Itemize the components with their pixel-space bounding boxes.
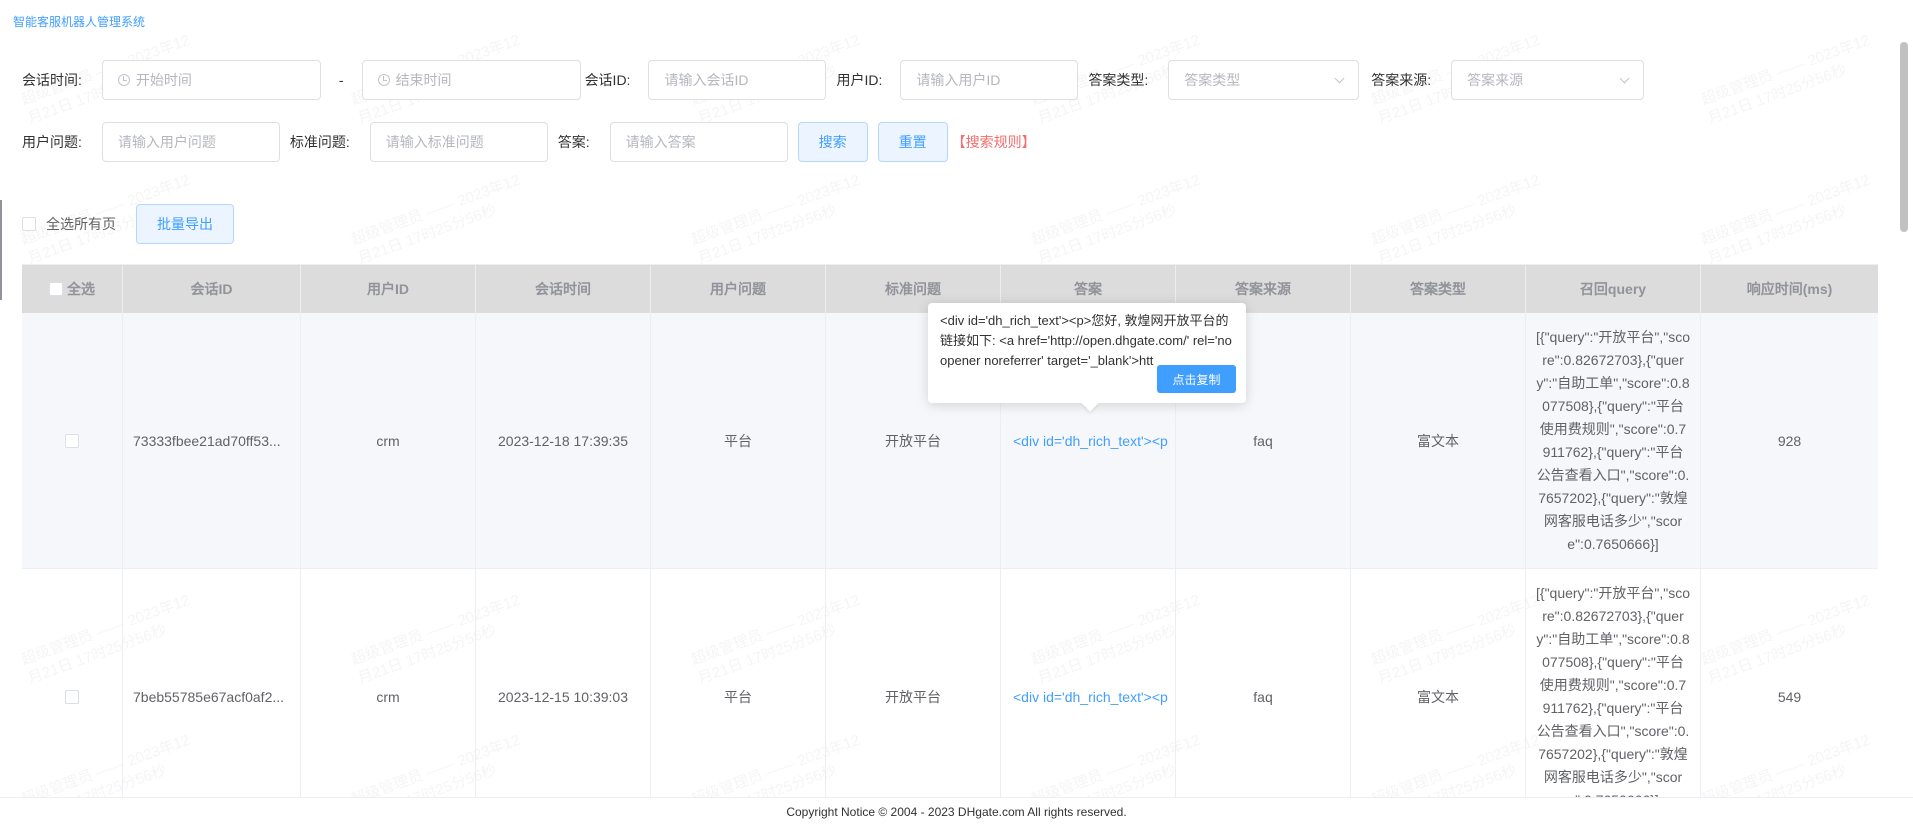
answer-type-cell: 富文本 <box>1351 313 1526 568</box>
answer-type-label: 答案类型: <box>1088 72 1149 88</box>
filter-row-1: 会话时间: 开始时间 - 结束时间 会话ID: 请输入会话ID 用户ID: 请输… <box>22 60 1645 100</box>
app-root: 超级管理员 —— 2023年12月21日 17时25分56秒超级管理员 —— 2… <box>0 0 1913 825</box>
clock-icon <box>377 74 390 86</box>
session-id-placeholder: 请输入会话ID <box>664 72 749 88</box>
start-time-placeholder: 开始时间 <box>135 72 192 88</box>
response-time-cell: 928 <box>1777 432 1802 449</box>
watermark-text: 超级管理员 —— 2023年12月21日 17时25分56秒 <box>1699 171 1880 270</box>
popover-text: <div id='dh_rich_text'><p>您好, 敦煌网开放平台的链接… <box>940 313 1232 368</box>
answer-placeholder: 请输入答案 <box>625 134 696 150</box>
user-id-cell: crm <box>301 569 476 824</box>
th-answer-type: 答案类型 <box>1351 265 1526 313</box>
session-id-cell: 7beb55785e67acf0af2... <box>123 569 301 824</box>
answer-link[interactable]: <div id='dh_rich_text'><p <box>1001 689 1175 705</box>
row-select-cell[interactable] <box>22 569 123 824</box>
select-all-checkbox[interactable] <box>49 282 63 296</box>
chevron-down-icon <box>1619 73 1630 83</box>
user-question-input[interactable]: 请输入用户问题 <box>101 122 280 162</box>
select-all-pages-label[interactable]: 全选所有页 <box>46 214 116 234</box>
session-id-input[interactable]: 请输入会话ID <box>648 60 827 100</box>
reset-button[interactable]: 重置 <box>877 122 948 162</box>
select-all-pages-checkbox[interactable] <box>22 217 36 231</box>
watermark-text: 超级管理员 —— 2023年12月21日 17时25分56秒 <box>689 171 870 270</box>
user-id-cell: crm <box>301 313 476 568</box>
watermark-text: 超级管理员 —— 2023年12月21日 17时25分56秒 <box>1029 171 1210 270</box>
user-question-placeholder: 请输入用户问题 <box>117 134 216 150</box>
search-rules-link[interactable]: 【搜索规则】 <box>952 132 1036 152</box>
answer-cell[interactable]: <div id='dh_rich_text'><p <box>1001 569 1176 824</box>
std-question-label: 标准问题: <box>289 134 350 150</box>
response-time-cell: 549 <box>1777 688 1802 705</box>
filter-row-2: 用户问题: 请输入用户问题 标准问题: 请输入标准问题 答案: 请输入答案 搜索… <box>22 122 1036 162</box>
th-user-id: 用户ID <box>301 265 476 313</box>
std-question-cell: 开放平台 <box>826 569 1001 824</box>
copy-button[interactable]: 点击复制 <box>1157 365 1236 393</box>
left-edge-handle <box>0 200 2 300</box>
answer-popover: <div id='dh_rich_text'><p>您好, 敦煌网开放平台的链接… <box>928 303 1246 403</box>
clock-icon <box>117 74 130 86</box>
watermark-text: 超级管理员 —— 2023年12月21日 17时25分56秒 <box>1369 171 1550 270</box>
recall-query-text: [{"query":"开放平台","score":0.82672703},{"q… <box>1536 328 1690 552</box>
session-time-cell: 2023-12-15 10:39:03 <box>476 569 651 824</box>
answer-source-select[interactable]: 答案来源 <box>1451 60 1645 100</box>
answer-source-label: 答案来源: <box>1371 72 1432 88</box>
footer: Copyright Notice © 2004 - 2023 DHgate.co… <box>0 797 1913 825</box>
answer-source-cell: faq <box>1176 569 1351 824</box>
user-question-label: 用户问题: <box>22 134 82 150</box>
th-select-all[interactable]: 全选 <box>22 265 123 313</box>
chevron-down-icon <box>1334 73 1345 83</box>
answer-input[interactable]: 请输入答案 <box>609 122 788 162</box>
th-recall-query: 召回query <box>1526 265 1701 313</box>
app-title: 智能客服机器人管理系统 <box>13 15 146 29</box>
th-session-time: 会话时间 <box>476 265 651 313</box>
vertical-scrollbar[interactable] <box>1900 42 1908 232</box>
row-checkbox[interactable] <box>65 689 79 704</box>
answer-link[interactable]: <div id='dh_rich_text'><p <box>1001 433 1175 449</box>
session-id-label: 会话ID: <box>584 72 631 88</box>
table-row[interactable]: 7beb55785e67acf0af2... crm 2023-12-15 10… <box>22 569 1878 825</box>
row-checkbox[interactable] <box>65 433 79 448</box>
recall-query-cell: [{"query":"开放平台","score":0.82672703},{"q… <box>1526 569 1701 824</box>
search-button[interactable]: 搜索 <box>797 122 868 162</box>
range-separator: - <box>338 72 344 88</box>
start-time-input[interactable]: 开始时间 <box>101 60 321 100</box>
user-id-label: 用户ID: <box>836 72 883 88</box>
user-id-placeholder: 请输入用户ID <box>916 72 1001 88</box>
th-select-all-label: 全选 <box>67 281 95 297</box>
th-session-id: 会话ID <box>123 265 301 313</box>
recall-query-text: [{"query":"开放平台","score":0.82672703},{"q… <box>1536 584 1690 808</box>
answer-type-cell: 富文本 <box>1351 569 1526 824</box>
user-id-input[interactable]: 请输入用户ID <box>900 60 1079 100</box>
recall-query-cell: [{"query":"开放平台","score":0.82672703},{"q… <box>1526 313 1701 568</box>
end-time-placeholder: 结束时间 <box>395 72 452 88</box>
watermark-text: 超级管理员 —— 2023年12月21日 17时25分56秒 <box>1699 31 1880 130</box>
bulk-export-button[interactable]: 批量导出 <box>136 204 234 244</box>
answer-type-select[interactable]: 答案类型 <box>1168 60 1360 100</box>
th-user-question: 用户问题 <box>651 265 826 313</box>
session-time-label: 会话时间: <box>22 72 82 88</box>
user-question-cell: 平台 <box>651 569 826 824</box>
end-time-input[interactable]: 结束时间 <box>361 60 581 100</box>
th-response-time: 响应时间(ms) <box>1746 281 1833 297</box>
session-id-cell: 73333fbee21ad70ff53... <box>123 313 301 568</box>
answer-source-placeholder: 答案来源 <box>1467 72 1524 88</box>
bulk-actions: 全选所有页 批量导出 <box>22 204 234 244</box>
watermark-text: 超级管理员 —— 2023年12月21日 17时25分56秒 <box>349 171 530 270</box>
std-question-input[interactable]: 请输入标准问题 <box>369 122 548 162</box>
std-question-placeholder: 请输入标准问题 <box>385 134 484 150</box>
copyright-text: Copyright Notice © 2004 - 2023 DHgate.co… <box>786 804 1127 819</box>
answer-type-placeholder: 答案类型 <box>1184 72 1241 88</box>
session-time-cell: 2023-12-18 17:39:35 <box>476 313 651 568</box>
row-select-cell[interactable] <box>22 313 123 568</box>
answer-label: 答案: <box>557 134 590 150</box>
session-id-text: 73333fbee21ad70ff53... <box>133 432 281 449</box>
session-id-text: 7beb55785e67acf0af2... <box>133 688 285 705</box>
user-question-cell: 平台 <box>651 313 826 568</box>
